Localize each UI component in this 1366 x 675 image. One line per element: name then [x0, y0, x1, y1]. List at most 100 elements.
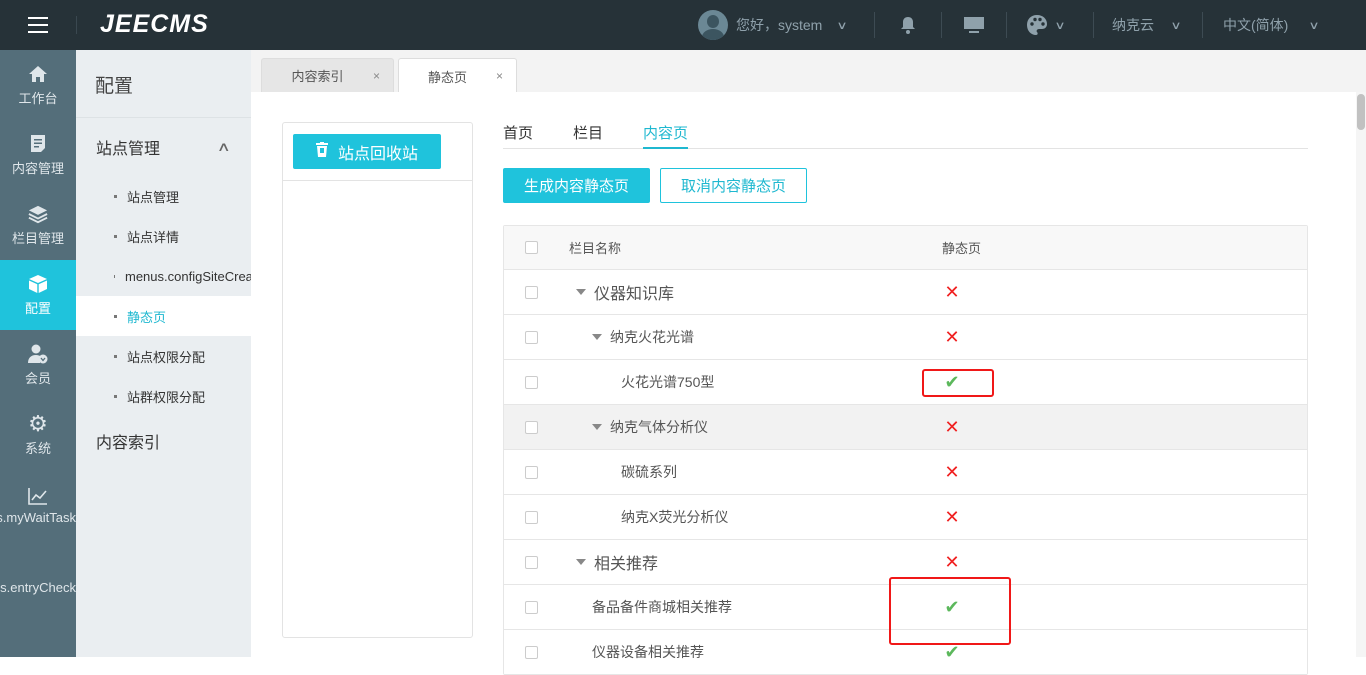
top-bar: JEECMS 您好，system ∨ ∨ 纳克云 ∨ 中文(简体) ∨: [0, 0, 1366, 50]
generate-static-button[interactable]: 生成内容静态页: [503, 168, 651, 203]
nav-member[interactable]: 会员: [0, 330, 76, 400]
table-row[interactable]: 纳克X荧光分析仪 ✕: [504, 495, 1307, 540]
row-checkbox[interactable]: [525, 285, 538, 299]
user-menu[interactable]: 您好，system ∨: [698, 0, 849, 50]
language-selector[interactable]: 中文(简体) ∨: [1223, 0, 1321, 50]
column-header-static: 静态页: [942, 241, 982, 256]
sidebar-item-site-detail[interactable]: 站点详情: [76, 216, 251, 256]
table-header: 栏目名称 静态页: [504, 226, 1307, 270]
nav-channel[interactable]: 栏目管理: [0, 190, 76, 260]
close-icon[interactable]: ×: [496, 69, 516, 83]
language-name: 中文(简体): [1223, 17, 1289, 33]
expand-triangle-icon[interactable]: [576, 289, 586, 295]
sidebar-item-site-manage[interactable]: 站点管理: [76, 176, 251, 216]
tab-content-index[interactable]: 内容索引 ×: [261, 58, 394, 92]
expand-triangle-icon[interactable]: [592, 334, 602, 340]
chevron-down-icon: ∨: [1054, 19, 1066, 32]
channel-name: 纳克X荧光分析仪: [621, 509, 729, 525]
subtab-channel[interactable]: 栏目: [573, 120, 603, 149]
divider: [1006, 12, 1007, 38]
greeting: 您好，system: [736, 17, 823, 33]
cross-icon: ✕: [944, 551, 960, 572]
site-recycle-button[interactable]: 站点回收站: [293, 134, 441, 169]
divider: [1202, 12, 1203, 38]
main-content: 站点回收站 首页 栏目 内容页 生成内容静态页 取消内容静态页 栏目名称 静态页…: [251, 92, 1356, 675]
sidebar-group-site[interactable]: 站点管理 ∧: [76, 118, 251, 176]
row-checkbox[interactable]: [525, 330, 538, 344]
scrollbar-thumb[interactable]: [1357, 94, 1365, 130]
row-checkbox[interactable]: [525, 465, 538, 479]
sidebar-item-group-permission[interactable]: 站群权限分配: [76, 376, 251, 416]
close-icon[interactable]: ×: [373, 69, 393, 83]
secondary-sidebar: 配置 站点管理 ∧ 站点管理 站点详情 menus.configSiteCreat…: [76, 50, 251, 657]
site-name: 纳克云: [1112, 17, 1154, 33]
channel-table: 栏目名称 静态页 仪器知识库 ✕ 纳克火花光谱 ✕ 火花光谱750型 ✔ 纳克气体分析仪 ✕ 碳…: [503, 225, 1308, 675]
subtab-home[interactable]: 首页: [503, 120, 533, 149]
cross-icon: ✕: [944, 281, 960, 302]
check-icon: ✔: [944, 596, 960, 617]
column-header-name: 栏目名称: [569, 241, 622, 256]
nav-system[interactable]: ⚙ 系统: [0, 400, 76, 470]
document-icon: [28, 134, 48, 154]
site-selector[interactable]: 纳克云 ∨: [1112, 0, 1182, 50]
home-icon: [28, 64, 48, 84]
chart-icon: [28, 486, 48, 506]
divider: [76, 16, 77, 34]
table-row[interactable]: 纳克火花光谱 ✕: [504, 315, 1307, 360]
monitor-icon[interactable]: [963, 0, 985, 50]
member-icon: [28, 344, 48, 364]
expand-triangle-icon[interactable]: [576, 559, 586, 565]
channel-name: 纳克气体分析仪: [610, 419, 708, 435]
row-checkbox[interactable]: [525, 420, 538, 434]
nav-config[interactable]: 配置: [0, 260, 76, 330]
table-row[interactable]: 仪器知识库 ✕: [504, 270, 1307, 315]
sidebar-group-content-index[interactable]: 内容索引: [76, 416, 251, 466]
nav-workbench[interactable]: 工作台: [0, 50, 76, 120]
nav-label: menus.myWaitTask: [0, 509, 76, 525]
nav-content[interactable]: 内容管理: [0, 120, 76, 190]
row-checkbox[interactable]: [525, 510, 538, 524]
row-checkbox[interactable]: [525, 555, 538, 569]
cross-icon: ✕: [944, 506, 960, 527]
scrollbar[interactable]: [1356, 92, 1366, 657]
divider: [941, 12, 942, 38]
nav-my-wait-task[interactable]: menus.myWaitTask: [0, 470, 76, 540]
sidebar-item-site-permission[interactable]: 站点权限分配: [76, 336, 251, 376]
layers-icon: [28, 204, 48, 224]
expand-triangle-icon[interactable]: [592, 424, 602, 430]
gear-icon: ⚙: [28, 410, 48, 436]
table-row[interactable]: 相关推荐 ✕: [504, 540, 1307, 585]
channel-name: 火花光谱750型: [621, 374, 715, 390]
chevron-down-icon: ∨: [1170, 19, 1182, 32]
channel-name: 备品备件商城相关推荐: [592, 599, 732, 615]
sidebar-item-static-page[interactable]: 静态页: [76, 296, 251, 336]
row-checkbox[interactable]: [525, 375, 538, 389]
table-row[interactable]: 备品备件商城相关推荐 ✔: [504, 585, 1307, 630]
trash-icon: [315, 141, 328, 162]
table-row[interactable]: 碳硫系列 ✕: [504, 450, 1307, 495]
subtab-content[interactable]: 内容页: [643, 120, 689, 149]
channel-name: 相关推荐: [594, 556, 659, 573]
sidebar-item-site-create[interactable]: menus.configSiteCreate: [76, 256, 251, 296]
menu-toggle-icon[interactable]: [28, 17, 48, 33]
palette-icon: [1027, 15, 1047, 35]
bell-icon[interactable]: [900, 0, 916, 50]
table-row[interactable]: 仪器设备相关推荐 ✔: [504, 630, 1307, 675]
theme-menu[interactable]: ∨: [1026, 0, 1066, 50]
sidebar-title: 配置: [76, 50, 251, 118]
icon-sidebar: 工作台 内容管理 栏目管理 配置 会员 ⚙系统 menus.myWaitTask…: [0, 50, 76, 657]
tab-static-page[interactable]: 静态页 ×: [398, 58, 517, 93]
table-row[interactable]: 火花光谱750型 ✔: [504, 360, 1307, 405]
nav-entry-check[interactable]: menus.entryCheck: [0, 540, 76, 610]
cross-icon: ✕: [944, 461, 960, 482]
site-panel: 站点回收站: [282, 122, 473, 638]
table-row[interactable]: 纳克气体分析仪 ✕: [504, 405, 1307, 450]
row-checkbox[interactable]: [525, 600, 538, 614]
check-icon: ✔: [944, 371, 960, 392]
chevron-down-icon: ∨: [1308, 19, 1321, 32]
cancel-static-button[interactable]: 取消内容静态页: [660, 168, 808, 203]
channel-name: 碳硫系列: [621, 464, 677, 480]
tab-strip: 内容索引 × 静态页 ×: [251, 50, 1366, 93]
select-all-checkbox[interactable]: [525, 241, 538, 254]
chevron-down-icon: ∨: [836, 19, 849, 32]
